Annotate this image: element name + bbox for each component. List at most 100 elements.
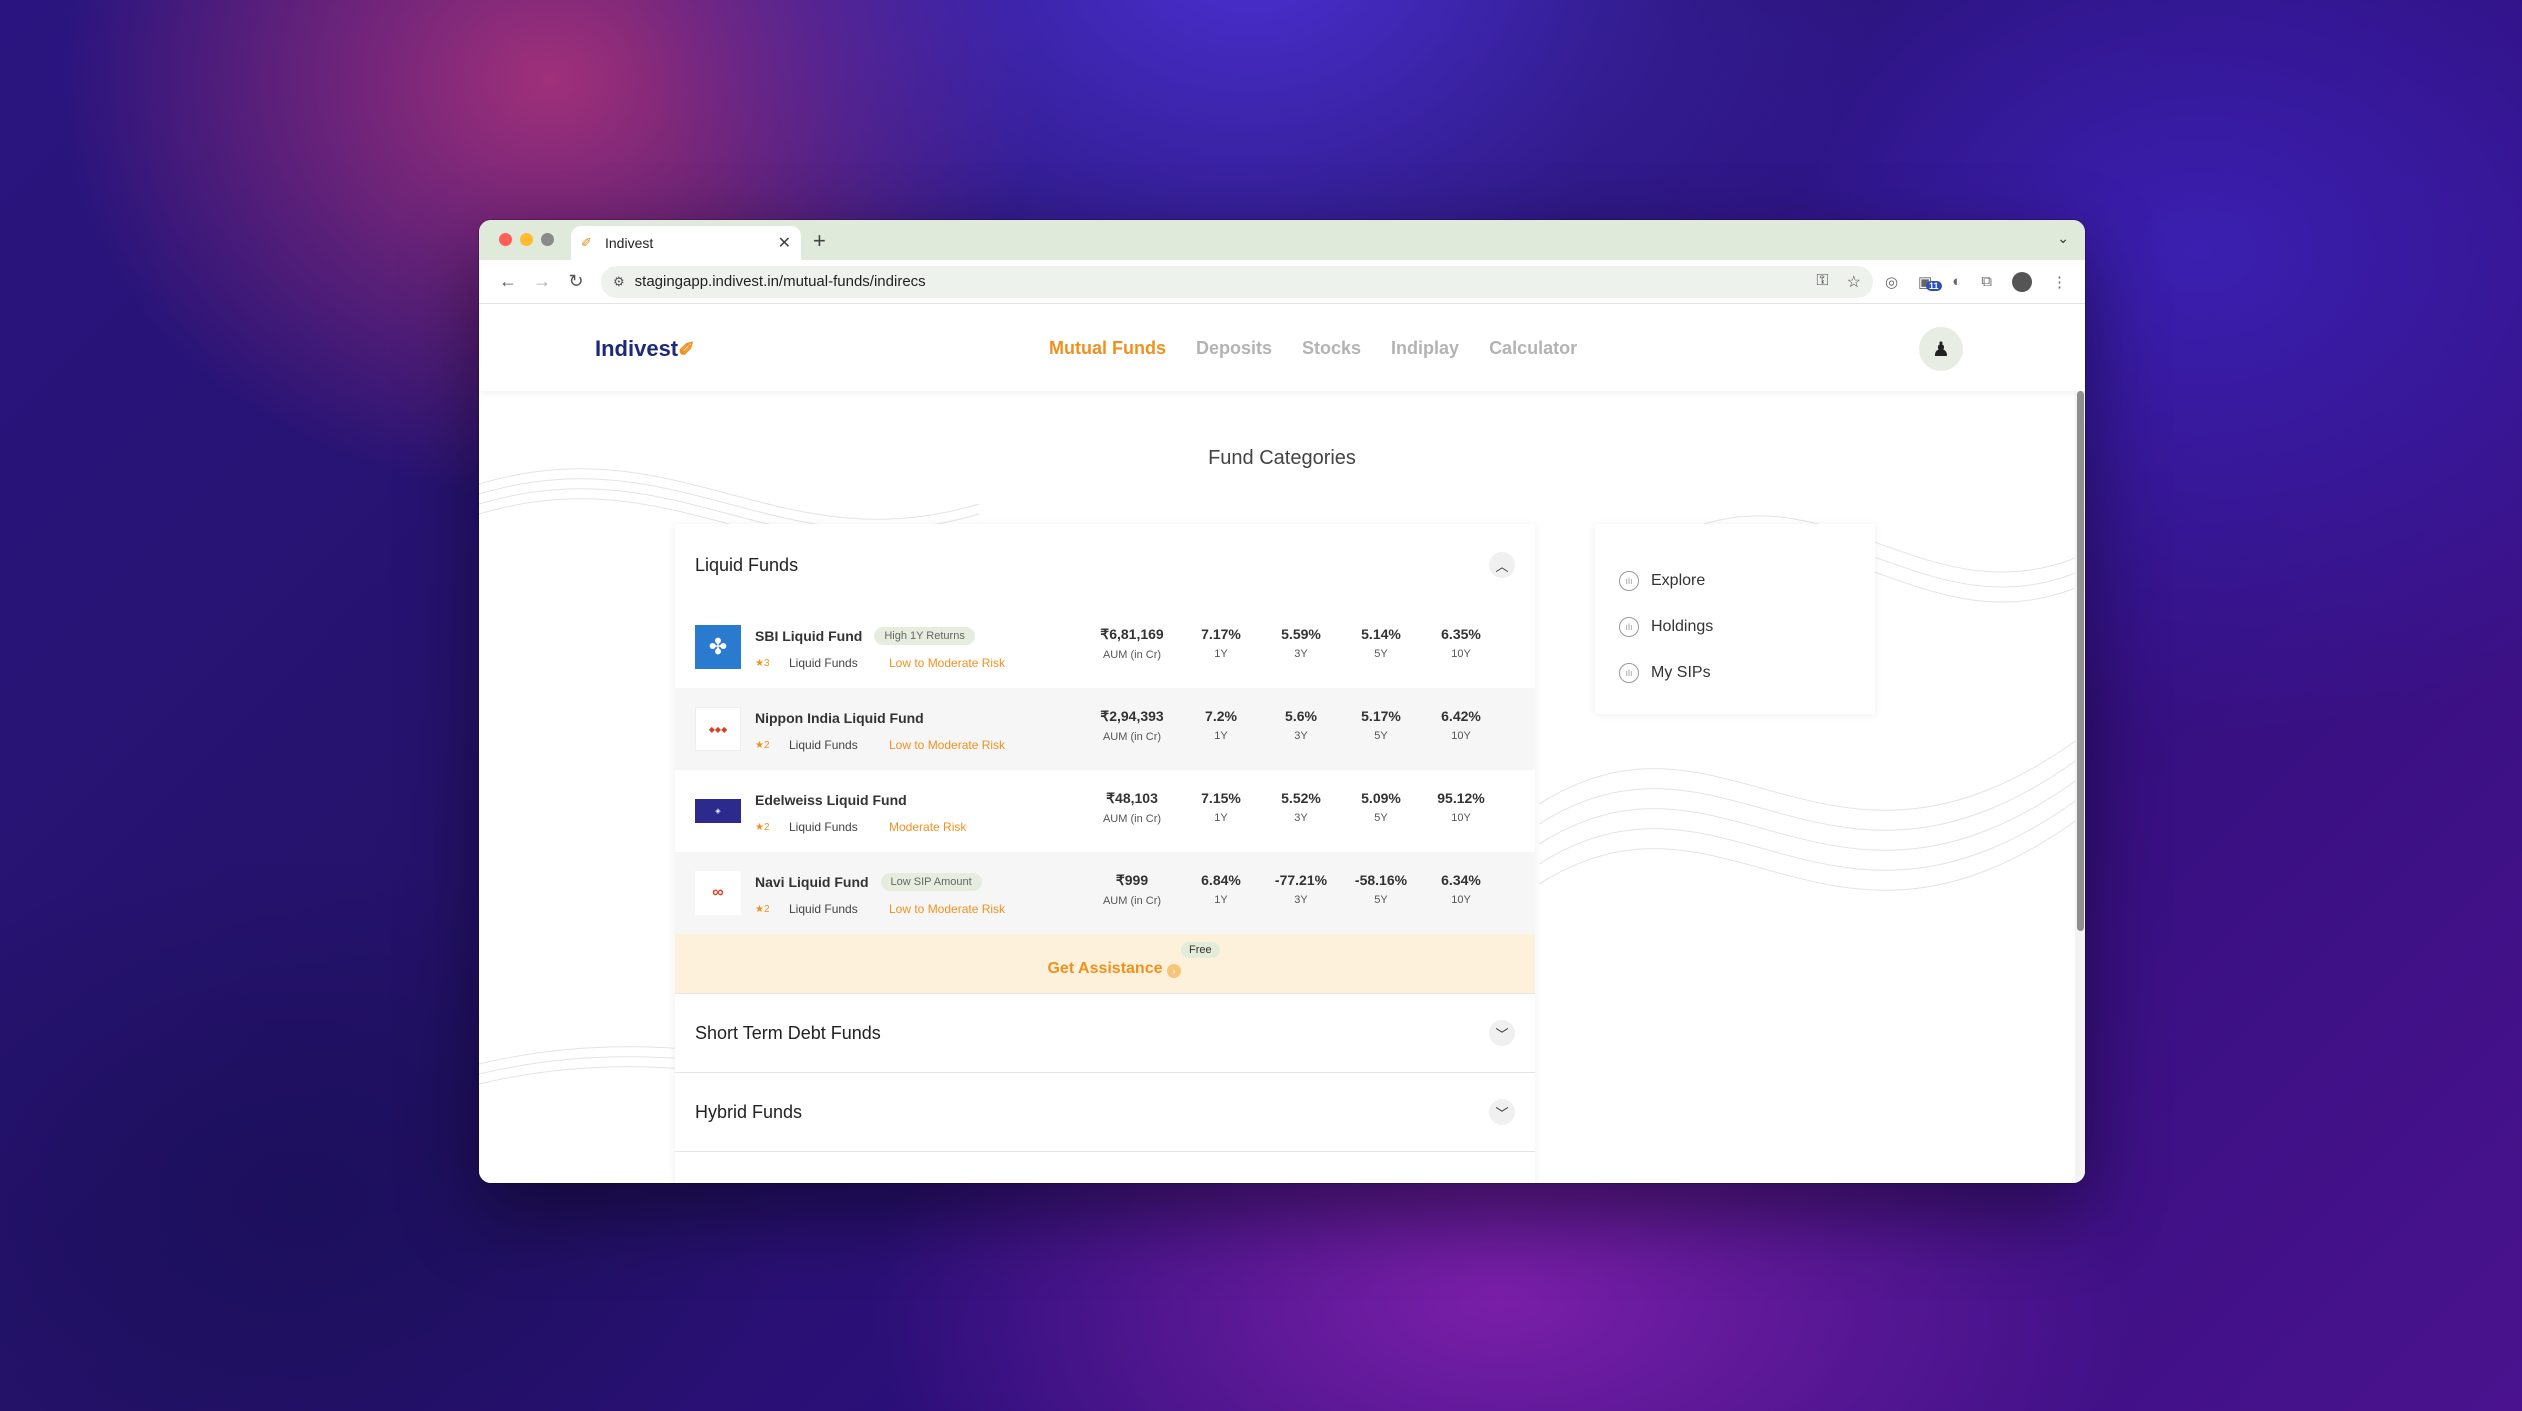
side-menu-explore[interactable]: ılı Explore — [1619, 558, 1851, 604]
category-header-short-term-debt[interactable]: Short Term Debt Funds ﹀ — [675, 994, 1535, 1073]
side-menu: ılı Explore ılı Holdings ılı My SIPs — [1595, 524, 1875, 714]
return-label: 5Y — [1374, 894, 1388, 906]
return-label: 1Y — [1214, 730, 1228, 742]
aum-value: ₹6,81,169 — [1100, 626, 1164, 642]
close-window-button[interactable] — [499, 233, 512, 246]
tab-close-icon[interactable]: ✕ — [778, 233, 791, 253]
side-menu-my-sips[interactable]: ılı My SIPs — [1619, 650, 1851, 696]
category-header-liquid-funds[interactable]: Liquid Funds ︿ — [675, 524, 1535, 606]
fund-return-5y: 5.09% 5Y — [1345, 790, 1417, 824]
reload-icon[interactable]: ↻ — [559, 271, 593, 292]
indivest-logo[interactable]: Indivest✐ — [595, 336, 695, 362]
extension-badge-icon[interactable]: ▣ 11 — [1918, 273, 1942, 291]
new-tab-button[interactable]: + — [813, 228, 826, 254]
get-assistance-button[interactable]: Get Assistance › Free — [675, 934, 1535, 994]
page-scrollbar[interactable] — [2075, 391, 2085, 1183]
fund-name: Edelweiss Liquid Fund — [755, 792, 907, 808]
zoom-window-button[interactable] — [541, 233, 554, 246]
fund-row[interactable]: ✤ SBI Liquid Fund High 1Y Returns ★3 Liq… — [675, 606, 1535, 688]
nav-deposits[interactable]: Deposits — [1196, 338, 1272, 359]
nav-indiplay[interactable]: Indiplay — [1391, 338, 1459, 359]
fund-return-5y: 5.17% 5Y — [1345, 708, 1417, 742]
nav-stocks[interactable]: Stocks — [1302, 338, 1361, 359]
fund-return-10y: 6.35% 10Y — [1425, 626, 1497, 660]
fund-return-1y: 7.15% 1Y — [1185, 790, 1257, 824]
fund-return-1y: 7.2% 1Y — [1185, 708, 1257, 742]
browser-toolbar: ← → ↻ ⚙ stagingapp.indivest.in/mutual-fu… — [479, 260, 2085, 304]
aum-label: AUM (in Cr) — [1102, 731, 1162, 743]
category-title: Hybrid Funds — [695, 1101, 803, 1122]
fund-risk: Low to Moderate Risk — [889, 656, 1006, 670]
return-label: 5Y — [1374, 812, 1388, 824]
return-label: 10Y — [1451, 812, 1471, 824]
fund-row[interactable]: ◆◆◆ Nippon India Liquid Fund ★2 Liquid F… — [675, 688, 1535, 770]
chevron-down-icon[interactable]: ﹀ — [1489, 1099, 1515, 1125]
browser-menu-icon[interactable]: ⋮ — [2052, 273, 2067, 291]
address-bar[interactable]: ⚙ stagingapp.indivest.in/mutual-funds/in… — [601, 265, 1873, 298]
return-value: 6.34% — [1441, 872, 1481, 888]
fund-return-10y: 6.42% 10Y — [1425, 708, 1497, 742]
scrollbar-thumb[interactable] — [2077, 391, 2084, 931]
aum-label: AUM (in Cr) — [1102, 649, 1162, 661]
profile-avatar[interactable]: ♟ — [1919, 327, 1963, 371]
back-icon[interactable]: ← — [491, 271, 525, 292]
fund-row[interactable]: ◈ Edelweiss Liquid Fund ★2 Liquid Funds … — [675, 770, 1535, 852]
browser-profile-avatar[interactable] — [2012, 271, 2032, 292]
forward-icon[interactable]: → — [525, 271, 559, 292]
fund-aum: ₹2,94,393 AUM (in Cr) — [1087, 708, 1177, 743]
url-text[interactable]: stagingapp.indivest.in/mutual-funds/indi… — [635, 273, 1817, 290]
fund-row[interactable]: ∞ Navi Liquid Fund Low SIP Amount ★2 Liq… — [675, 852, 1535, 934]
return-value: -58.16% — [1354, 872, 1408, 888]
logo-mark-icon: ✐ — [678, 339, 695, 361]
fund-return-5y: 5.14% 5Y — [1345, 626, 1417, 660]
fund-name: SBI Liquid Fund — [755, 628, 863, 644]
minimize-window-button[interactable] — [520, 233, 533, 246]
category-title: Liquid Funds — [695, 554, 799, 575]
fund-rating: ★2 — [755, 821, 770, 833]
fund-info: SBI Liquid Fund High 1Y Returns ★3 Liqui… — [755, 624, 1095, 670]
browser-window: ✐ Indivest ✕ + ⌄ ← → ↻ ⚙ stagingapp.indi… — [479, 220, 2085, 1183]
return-value: 7.15% — [1201, 790, 1241, 806]
logo-text: Indivest — [595, 336, 679, 361]
edelweiss-logo-icon: ◈ — [695, 799, 741, 823]
side-menu-holdings[interactable]: ılı Holdings — [1619, 604, 1851, 650]
tab-search-icon[interactable]: ⌄ — [2057, 230, 2069, 247]
bookmark-star-icon[interactable]: ☆ — [1847, 272, 1861, 292]
chevron-down-icon[interactable]: ﹀ — [1489, 1020, 1515, 1046]
user-avatar-icon: ♟ — [1932, 338, 1950, 361]
return-value: 5.09% — [1361, 790, 1401, 806]
fund-return-3y: 5.52% 3Y — [1265, 790, 1337, 824]
return-value: 95.12% — [1437, 790, 1485, 806]
cookie-extension-icon[interactable]: ◐ — [1952, 273, 1961, 290]
return-label: 10Y — [1451, 648, 1471, 660]
return-value: 5.14% — [1361, 626, 1401, 642]
compass-extension-icon[interactable]: ◎ — [1885, 273, 1898, 291]
fund-return-3y: 5.6% 3Y — [1265, 708, 1337, 742]
extensions-area: ◎ ▣ 11 ◐ ⧉ ⋮ — [1885, 271, 2067, 292]
return-value: 6.35% — [1441, 626, 1481, 642]
fund-rating: ★3 — [755, 657, 770, 669]
return-label: 5Y — [1374, 730, 1388, 742]
fund-aum: ₹6,81,169 AUM (in Cr) — [1087, 626, 1177, 661]
return-value: 6.84% — [1201, 872, 1241, 888]
fund-rating: ★2 — [755, 903, 770, 915]
fund-category: Liquid Funds — [789, 820, 858, 834]
return-value: 6.42% — [1441, 708, 1481, 724]
nippon-logo-icon: ◆◆◆ — [695, 707, 741, 751]
return-value: 7.17% — [1201, 626, 1241, 642]
category-header-hybrid-funds[interactable]: Hybrid Funds ﹀ — [675, 1073, 1535, 1152]
puzzle-extensions-icon[interactable]: ⧉ — [1981, 273, 1992, 290]
password-key-icon[interactable]: ⚿ — [1816, 272, 1828, 292]
tab-bar: ✐ Indivest ✕ + ⌄ — [479, 220, 2085, 260]
fund-aum: ₹48,103 AUM (in Cr) — [1087, 790, 1177, 825]
site-info-icon[interactable]: ⚙ — [613, 274, 625, 290]
chevron-up-icon[interactable]: ︿ — [1489, 552, 1515, 578]
nav-calculator[interactable]: Calculator — [1489, 338, 1577, 359]
browser-tab[interactable]: ✐ Indivest ✕ — [571, 226, 801, 260]
fund-name: Navi Liquid Fund — [755, 874, 869, 890]
nav-mutual-funds[interactable]: Mutual Funds — [1049, 338, 1166, 359]
web-page: Indivest✐ Mutual Funds Deposits Stocks I… — [479, 304, 2085, 1183]
fund-risk: Low to Moderate Risk — [889, 902, 1006, 916]
fund-risk: Moderate Risk — [889, 820, 967, 834]
return-value: 5.52% — [1281, 790, 1321, 806]
